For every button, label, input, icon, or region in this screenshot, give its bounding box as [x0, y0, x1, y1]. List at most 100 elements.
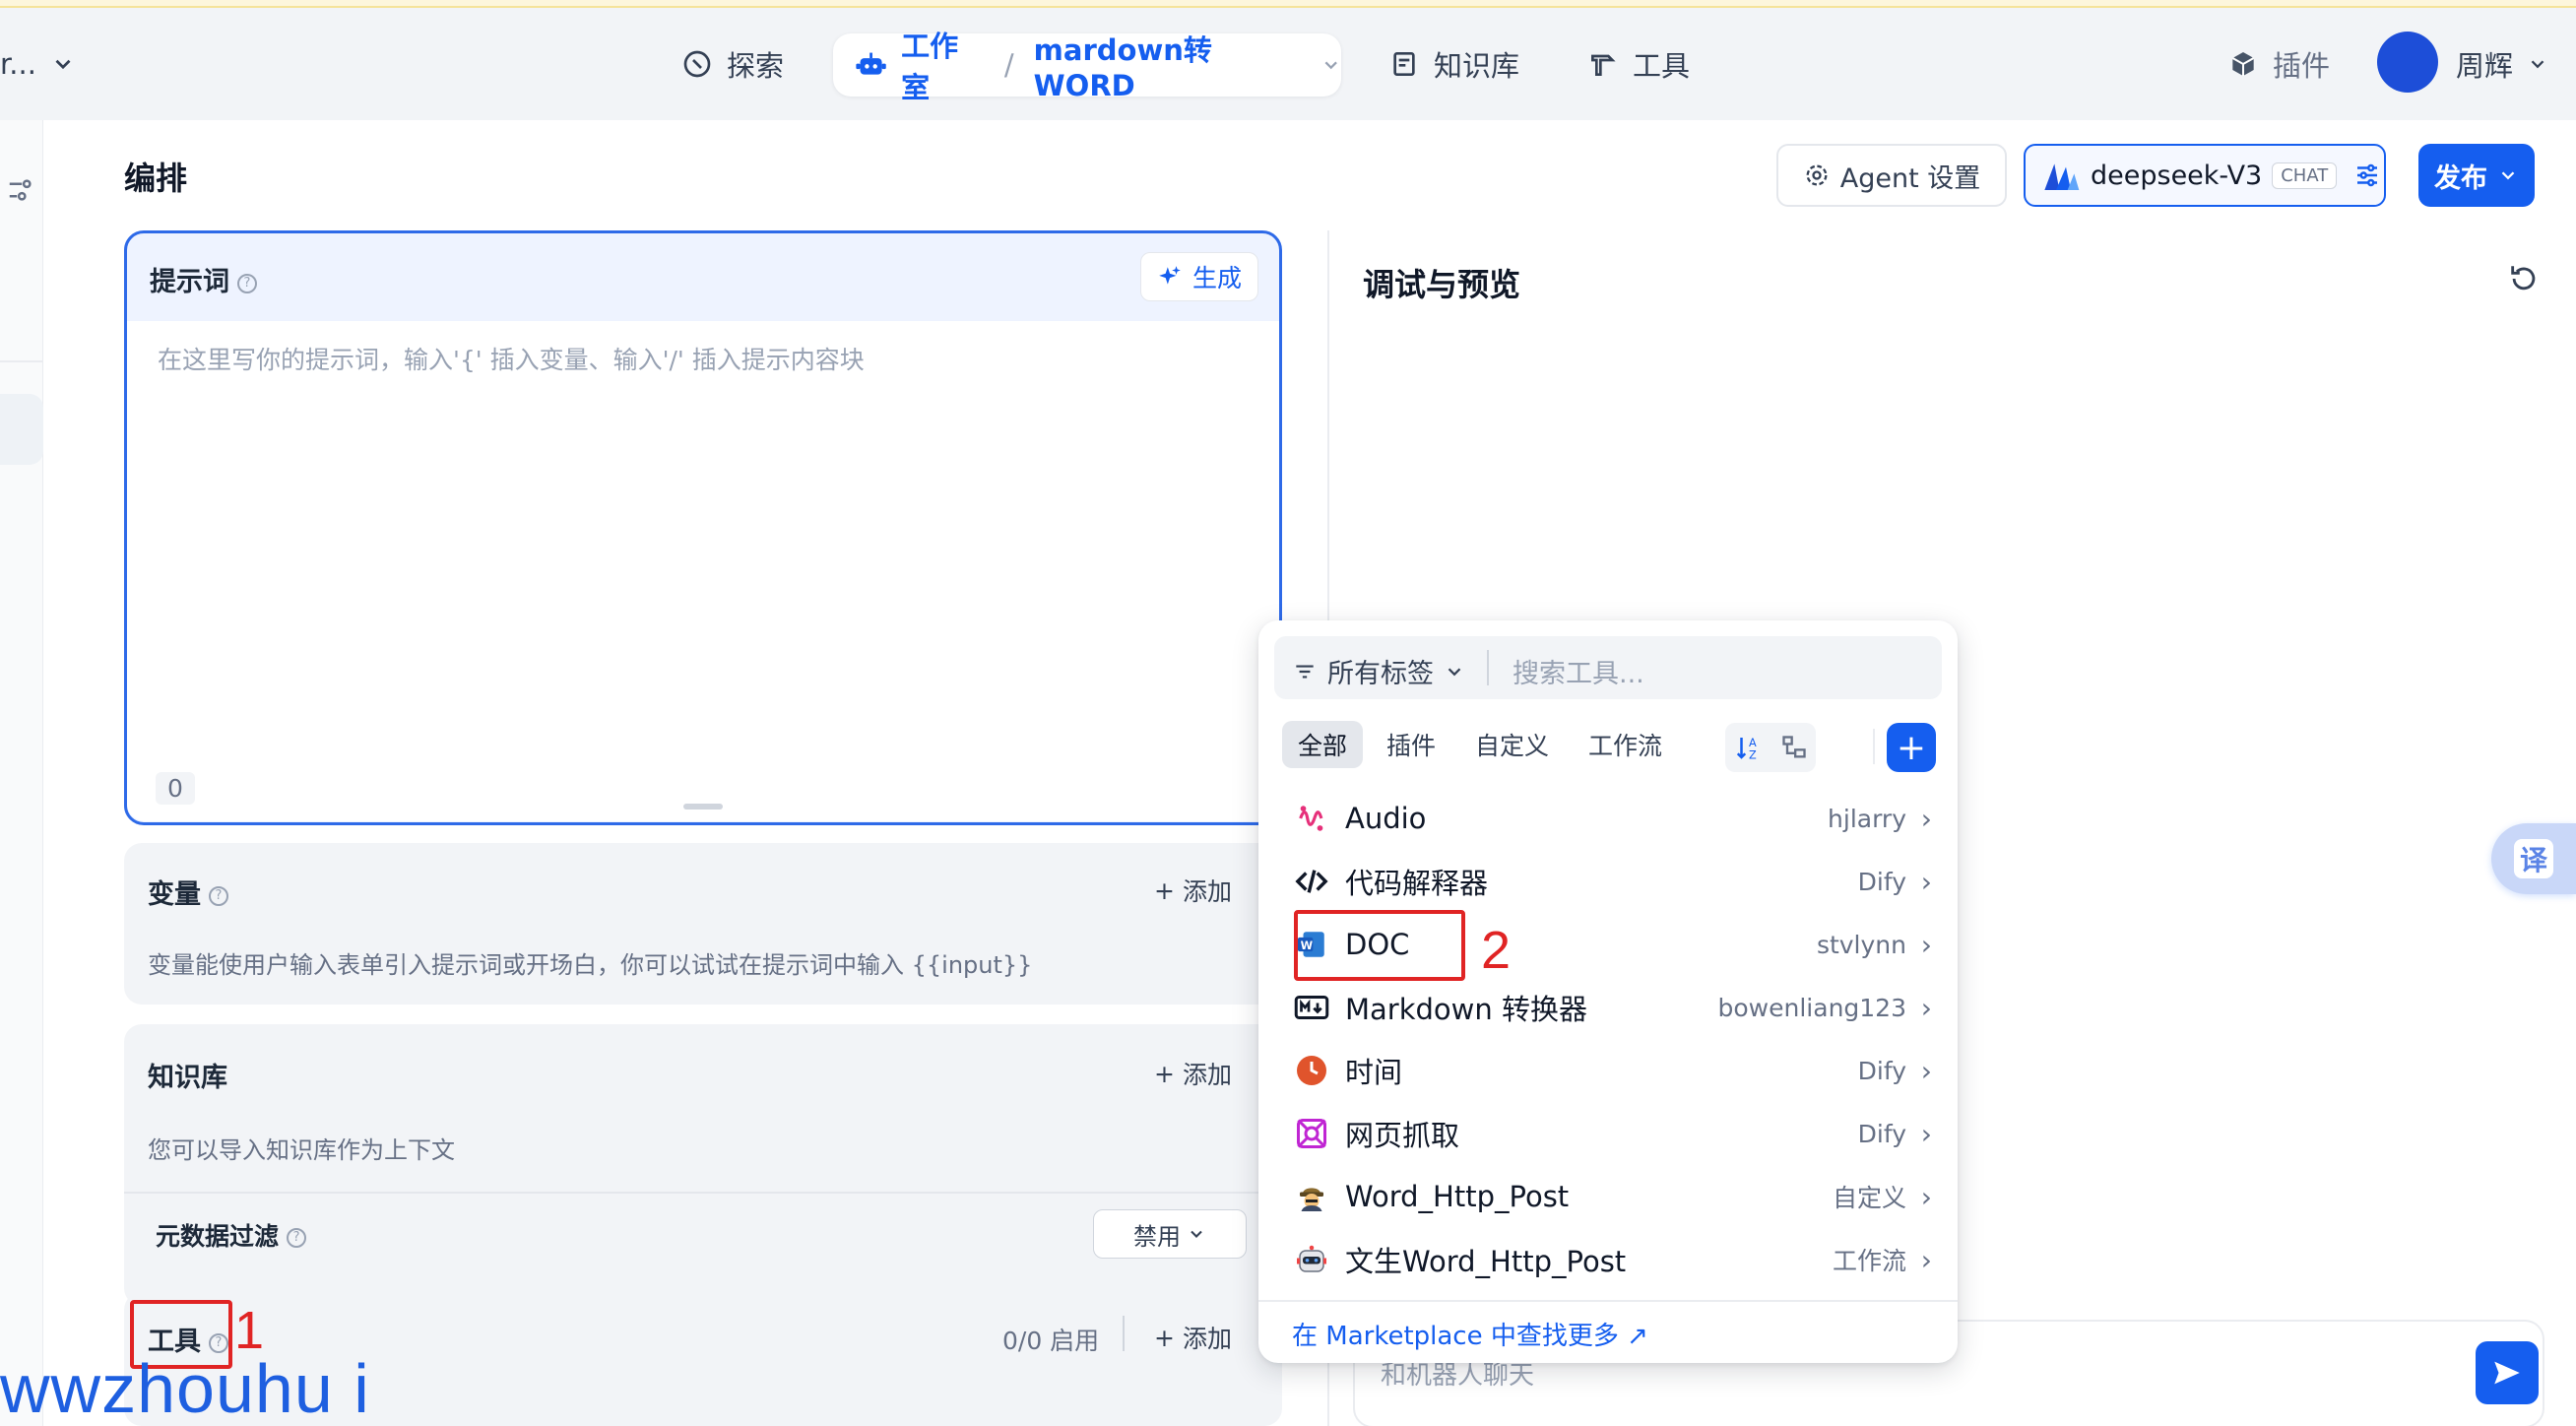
knowledge-title: 知识库: [148, 1063, 227, 1093]
chevron-right-icon: ›: [1920, 928, 1932, 961]
publish-label: 发布: [2434, 162, 2487, 194]
filter-icon: [1296, 665, 1314, 678]
tab-plugins[interactable]: 插件: [1371, 721, 1451, 768]
help-icon[interactable]: ?: [237, 273, 257, 293]
model-selector[interactable]: deepseek-V3 CHAT: [2024, 144, 2386, 207]
plus-icon: +: [1154, 875, 1175, 905]
tool-item-web-scraper[interactable]: 网页抓取 Dify ›: [1274, 1103, 1944, 1164]
metadata-filter-select[interactable]: 禁用: [1093, 1209, 1247, 1259]
tool-item-audio[interactable]: Audio hjlarry ›: [1274, 788, 1944, 849]
tool-item-code-interpreter[interactable]: 代码解释器 Dify ›: [1274, 851, 1944, 912]
tool-item-wensheng-word-http-post[interactable]: 文生Word_Http_Post 工作流 ›: [1274, 1229, 1944, 1290]
custom-tool-icon: [1292, 1177, 1331, 1216]
knowledge-add-button[interactable]: + 添加: [1154, 1056, 1232, 1091]
robot-icon: [856, 52, 886, 75]
settings-sliders-icon: [2357, 163, 2378, 187]
prompt-editor[interactable]: [127, 321, 1279, 821]
top-stripe: [0, 0, 2576, 8]
send-button[interactable]: [2476, 1341, 2539, 1404]
annotation-label-2: 2: [1481, 921, 1512, 980]
tool-source: Dify: [1857, 1056, 1906, 1085]
tree-view-icon[interactable]: [1780, 734, 1808, 761]
resize-handle[interactable]: [683, 804, 723, 810]
generate-label: 生成: [1191, 264, 1242, 292]
plus-icon: +: [1154, 1059, 1175, 1088]
workspace-switcher[interactable]: r...: [0, 33, 76, 95]
sort-az-icon[interactable]: AZ: [1734, 733, 1764, 762]
page-title: 编排: [124, 160, 188, 197]
tool-item-time[interactable]: 时间 Dify ›: [1274, 1040, 1944, 1101]
svg-text:A: A: [1749, 737, 1757, 749]
nav-tools-label: 工具: [1633, 49, 1691, 83]
nav-studio-label: 工作室: [901, 30, 959, 104]
tool-category-tabs: 全部 插件 自定义 工作流: [1282, 721, 1678, 768]
tools-add-label: 添加: [1182, 1325, 1232, 1353]
breadcrumb-separator: /: [1003, 48, 1014, 82]
marketplace-link[interactable]: 在 Marketplace 中查找更多 ↗: [1292, 1316, 1648, 1352]
tool-source: stvlynn: [1816, 930, 1906, 959]
tab-all[interactable]: 全部: [1282, 721, 1364, 768]
tools-enabled-count: 0/0 启用: [1002, 1327, 1100, 1355]
left-sidebar: [0, 120, 43, 1426]
avatar[interactable]: [2377, 32, 2438, 93]
chevron-right-icon: ›: [1920, 1180, 1932, 1213]
chevron-right-icon: ›: [1920, 1243, 1932, 1276]
nav-knowledge-label: 知识库: [1434, 49, 1520, 83]
refresh-icon[interactable]: [2507, 262, 2541, 295]
nav-explore[interactable]: 探索: [681, 33, 784, 95]
variables-title: 变量?: [148, 873, 228, 911]
chevron-down-icon: [2501, 171, 2515, 180]
chevron-down-icon: [1324, 61, 1337, 70]
tool-name: 文生Word_Http_Post: [1345, 1245, 1627, 1278]
generate-button[interactable]: 生成: [1140, 252, 1258, 301]
tools-add-button[interactable]: + 添加: [1154, 1320, 1232, 1355]
variables-description: 变量能使用户输入表单引入提示词或开场白，你可以试试在提示词中输入 {{input…: [148, 951, 1033, 979]
tool-name: 时间: [1345, 1056, 1403, 1089]
nav-studio[interactable]: 工作室 / mardown转WORD: [833, 30, 1341, 104]
watermark: wwzhouhu i: [0, 1350, 370, 1426]
tool-item-markdown-converter[interactable]: Markdown 转换器 bowenliang123 ›: [1274, 977, 1944, 1038]
knowledge-description: 您可以导入知识库作为上下文: [148, 1136, 455, 1164]
chevron-right-icon: ›: [1920, 1054, 1932, 1087]
variables-add-label: 添加: [1182, 877, 1232, 906]
divider: [1873, 729, 1875, 764]
markdown-icon: [1292, 988, 1331, 1027]
workspace-name: r...: [0, 47, 36, 81]
model-name: deepseek-V3: [2091, 160, 2263, 191]
variables-add-button[interactable]: + 添加: [1154, 873, 1232, 908]
tool-name: Markdown 转换器: [1345, 993, 1587, 1026]
tool-item-word-http-post[interactable]: Word_Http_Post 自定义 ›: [1274, 1166, 1944, 1227]
variables-title-label: 变量: [148, 879, 201, 910]
app-name: mardown转WORD: [1033, 33, 1212, 102]
chevron-right-icon: ›: [1920, 1117, 1932, 1150]
chevron-down-icon: [1448, 667, 1461, 676]
publish-button[interactable]: 发布: [2418, 144, 2535, 207]
sparkle-icon: [1159, 266, 1181, 285]
plus-icon: +: [1154, 1323, 1175, 1352]
chevron-right-icon: ›: [1920, 865, 1932, 898]
tab-custom[interactable]: 自定义: [1459, 721, 1565, 768]
user-menu[interactable]: 周辉: [2456, 33, 2548, 95]
tool-source: Dify: [1857, 1119, 1906, 1148]
tool-search-input[interactable]: 搜索工具...: [1513, 652, 1644, 690]
chevron-right-icon: ›: [1920, 991, 1932, 1024]
deepseek-logo-icon: [2044, 163, 2080, 190]
tool-source: 自定义: [1832, 1184, 1906, 1212]
translate-button[interactable]: 译: [2491, 823, 2576, 894]
chevron-down-icon: [2531, 60, 2544, 69]
agent-settings-button[interactable]: Agent 设置: [1776, 144, 2007, 207]
prompt-title: 提示词?: [150, 260, 257, 298]
nav-tools[interactable]: 工具: [1587, 33, 1690, 95]
nav-knowledge[interactable]: 知识库: [1388, 33, 1519, 95]
tab-workflow[interactable]: 工作流: [1573, 721, 1678, 768]
tag-filter-dropdown[interactable]: 所有标签: [1292, 652, 1465, 690]
help-icon[interactable]: ?: [287, 1228, 307, 1248]
sidebar-active-item[interactable]: [0, 394, 43, 465]
tool-name: Audio: [1345, 802, 1427, 835]
sliders-icon[interactable]: [6, 175, 35, 205]
nav-plugins[interactable]: 插件: [2227, 33, 2330, 95]
help-icon[interactable]: ?: [209, 885, 228, 906]
model-mode-badge: CHAT: [2272, 162, 2338, 189]
divider: [124, 1192, 1282, 1194]
add-tool-button[interactable]: +: [1887, 723, 1936, 772]
